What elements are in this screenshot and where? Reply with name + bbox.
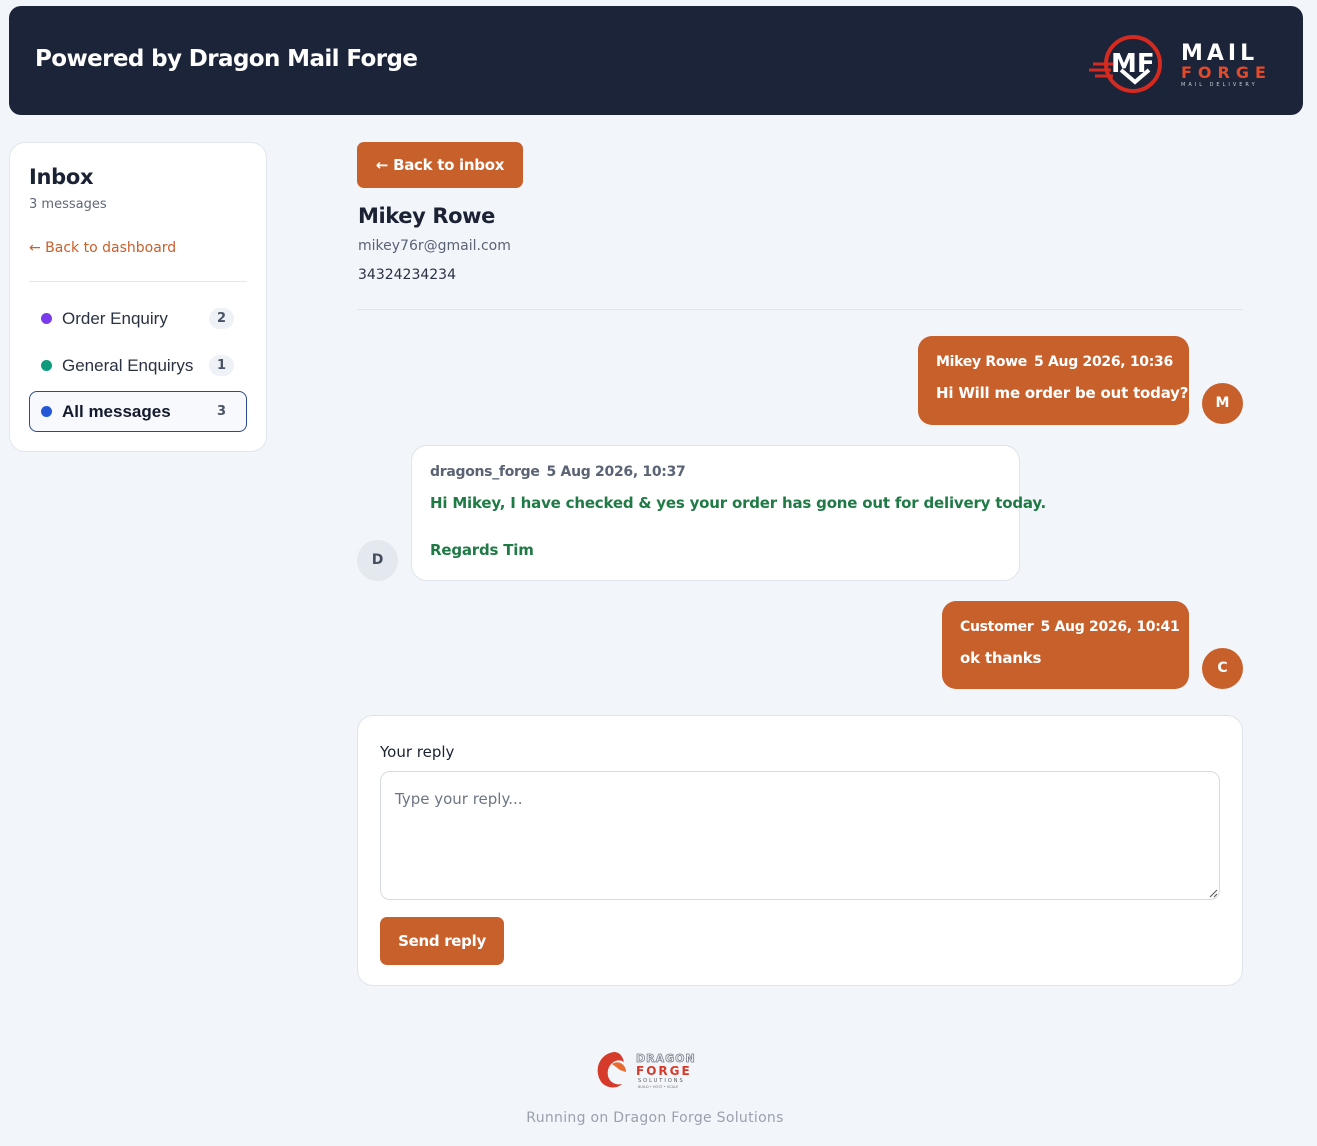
svg-text:FORGE: FORGE xyxy=(1181,63,1272,82)
sidebar-item-label: General Enquirys xyxy=(62,356,194,375)
send-reply-button[interactable]: Send reply xyxy=(380,917,504,965)
message-text-line: Hi Mikey, I have checked & yes your orde… xyxy=(430,494,1047,512)
resize-handle-icon[interactable] xyxy=(1208,888,1218,898)
reply-card: Your reply Send reply xyxy=(357,715,1243,986)
message-sender: Mikey Rowe xyxy=(936,354,1027,370)
svg-text:BUILD • HOST • SCALE: BUILD • HOST • SCALE xyxy=(638,1085,678,1089)
teal-dot-icon xyxy=(41,360,52,371)
purple-dot-icon xyxy=(41,313,52,324)
back-to-inbox-button[interactable]: ← Back to inbox xyxy=(357,142,523,188)
message-meta: Customer 5 Aug 2026, 10:41 xyxy=(960,619,1180,635)
message-bubble-incoming: dragons_forge 5 Aug 2026, 10:37 Hi Mikey,… xyxy=(411,445,1047,581)
top-header: Powered by Dragon Mail Forge MF MAIL FOR… xyxy=(9,6,1303,115)
message-count: 3 messages xyxy=(29,197,107,212)
sidebar-item-order-enquiry[interactable]: Order Enquiry 2 xyxy=(29,298,247,339)
avatar: M xyxy=(1202,383,1243,424)
dragon-forge-logo: DRAGON FORGE SOLUTIONS BUILD • HOST • SC… xyxy=(597,1052,695,1089)
reply-label: Your reply xyxy=(380,743,455,761)
count-badge: 2 xyxy=(209,308,234,329)
svg-text:MAIL DELIVERY: MAIL DELIVERY xyxy=(1181,82,1258,88)
message-bubble-outgoing: Mikey Rowe 5 Aug 2026, 10:36 Hi Will me o… xyxy=(918,336,1189,425)
sidebar-item-all-messages[interactable]: All messages 3 xyxy=(29,391,247,432)
sidebar-item-label: All messages xyxy=(62,402,171,421)
message-text: ok thanks xyxy=(960,649,1042,667)
contact-email: mikey76r@gmail.com xyxy=(358,238,511,254)
message-text-line: Regards Tim xyxy=(430,541,534,559)
message-meta: dragons_forge 5 Aug 2026, 10:37 xyxy=(430,464,1001,480)
message-time: 5 Aug 2026, 10:41 xyxy=(1040,619,1180,635)
mail-forge-logo: MF MAIL FORGE MAIL DELIVERY xyxy=(1089,35,1272,93)
divider xyxy=(357,309,1243,310)
message-sender: dragons_forge xyxy=(430,464,540,480)
count-badge: 1 xyxy=(209,355,234,376)
avatar: D xyxy=(357,540,398,581)
message-time: 5 Aug 2026, 10:37 xyxy=(546,464,686,480)
message-bubble-outgoing: Customer 5 Aug 2026, 10:41 ok thanks xyxy=(942,601,1189,689)
message-sender: Customer xyxy=(960,619,1034,635)
count-badge: 3 xyxy=(216,404,227,419)
header-title: Powered by Dragon Mail Forge xyxy=(35,46,418,72)
footer-text: Running on Dragon Forge Solutions xyxy=(526,1110,784,1126)
svg-text:FORGE: FORGE xyxy=(636,1064,692,1078)
sidebar-item-general-enquirys[interactable]: General Enquirys 1 xyxy=(29,345,247,386)
reply-textarea[interactable] xyxy=(380,771,1220,900)
back-to-dashboard-link[interactable]: ← Back to dashboard xyxy=(29,240,176,256)
sidebar-title: Inbox xyxy=(29,165,94,189)
sidebar: Inbox 3 messages ← Back to dashboard Ord… xyxy=(9,142,267,452)
message-time: 5 Aug 2026, 10:36 xyxy=(1034,354,1173,370)
contact-name: Mikey Rowe xyxy=(358,204,495,228)
contact-phone: 34324234234 xyxy=(358,267,456,283)
svg-text:SOLUTIONS: SOLUTIONS xyxy=(638,1078,685,1084)
sidebar-item-label: Order Enquiry xyxy=(62,309,168,328)
message-text: Hi Will me order be out today? xyxy=(936,384,1189,402)
message-meta: Mikey Rowe 5 Aug 2026, 10:36 xyxy=(936,354,1173,370)
svg-text:MF: MF xyxy=(1111,49,1155,79)
avatar: C xyxy=(1202,648,1243,689)
sidebar-divider xyxy=(29,281,247,282)
blue-dot-icon xyxy=(41,406,52,417)
